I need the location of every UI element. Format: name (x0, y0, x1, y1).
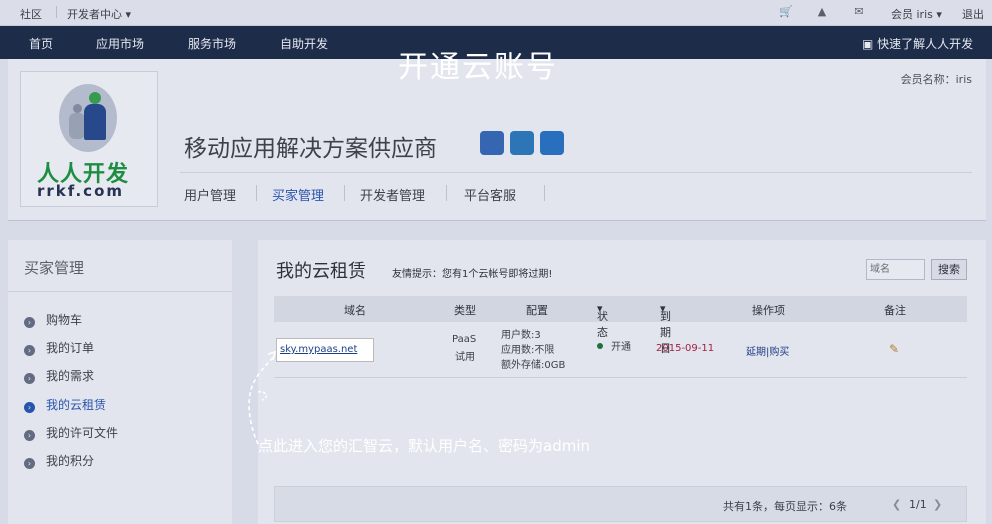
search-button[interactable]: 搜索 (931, 259, 967, 280)
tab-platform-support[interactable]: 平台客服 (464, 185, 516, 204)
logo-figure-head (73, 104, 82, 113)
status-cell: 开通 (597, 338, 631, 353)
col-status-sort[interactable]: 状态 ▾ (597, 302, 608, 339)
col-actions: 操作项 (752, 304, 785, 317)
divider (180, 172, 972, 173)
logo-figure-body (84, 104, 106, 140)
nav-item-self-dev[interactable]: 自助开发 (280, 35, 328, 52)
sidebar-item-label: 我的云租赁 (46, 398, 107, 412)
sidebar-item-cloud-rental[interactable]: › 我的云租赁 (24, 396, 106, 413)
community-link[interactable]: 社区 (20, 6, 42, 22)
user-verified-icon (480, 131, 504, 155)
cart-icon[interactable]: 🛒 (779, 6, 793, 18)
sidebar-item-label: 我的订单 (46, 341, 95, 355)
page-title: 移动应用解决方案供应商 (184, 136, 437, 162)
prev-page-icon[interactable]: ❮ (892, 498, 901, 511)
main-panel: 我的云租赁 友情提示：您有1个云帐号即将过期! 搜索 域名 类型 配置 状态 ▾… (258, 240, 986, 524)
section-title: 我的云租赁 (276, 261, 366, 282)
dev-center-menu[interactable]: 开发者中心 ▾ (67, 6, 131, 22)
member-label: 会员 iris (891, 8, 933, 21)
member-name: 会员名称：iris (900, 73, 972, 86)
sidebar-item-cart[interactable]: › 购物车 (24, 311, 82, 328)
type-trial: 试用 (455, 352, 475, 363)
divider (256, 185, 257, 201)
divider (344, 185, 345, 201)
dev-center-label: 开发者中心 (67, 8, 122, 21)
tab-developer-manage[interactable]: 开发者管理 (360, 185, 425, 204)
logo-text-en: rrkf.com (37, 182, 125, 200)
member-menu[interactable]: 会员 iris ▾ (891, 6, 942, 22)
mail-icon[interactable]: ✉ (853, 6, 865, 18)
type-value: PaaS (452, 334, 477, 345)
nav-item-app-market[interactable]: 应用市场 (96, 35, 144, 52)
renew-buy-link[interactable]: 延期|购买 (746, 343, 789, 358)
top-bar: 社区 开发者中心 ▾ 🛒 ▲ ✉ 会员 iris ▾ 退出 (0, 0, 992, 26)
col-config: 配置 (526, 304, 548, 317)
tab-buyer-manage[interactable]: 买家管理 (272, 185, 324, 204)
table-header: 域名 类型 配置 状态 ▾ 到期日 ▾ 操作项 备注 (274, 296, 967, 355)
divider (544, 185, 545, 201)
sidebar-item-label: 我的许可文件 (46, 426, 119, 440)
phone-verified-icon (510, 131, 534, 155)
domain-link[interactable]: sky.mypaas.net (280, 344, 357, 355)
divider (8, 291, 232, 292)
chevron-right-icon: › (24, 430, 35, 441)
sidebar-item-licenses[interactable]: › 我的许可文件 (24, 424, 118, 441)
logout-link[interactable]: 退出 (962, 6, 984, 22)
domain-search-input[interactable] (866, 259, 925, 280)
chevron-right-icon: › (24, 458, 35, 469)
sidebar: 买家管理 › 购物车 › 我的订单 › 我的需求 › 我的云租赁 › 我的许可文件 › 我的… (8, 240, 232, 524)
next-page-icon[interactable]: ❯ (933, 498, 942, 511)
chevron-right-icon: › (24, 345, 35, 356)
expiry-tip: 友情提示：您有1个云帐号即将过期! (392, 269, 553, 280)
config-apps: 应用数:不限 (501, 345, 555, 356)
sidebar-item-label: 我的积分 (46, 454, 95, 468)
header-icons (480, 131, 570, 158)
book-icon: ▣ (862, 37, 874, 51)
pagination-summary: 共有1条，每页显示：6条 (723, 500, 847, 513)
nav-item-home[interactable]: 首页 (29, 35, 53, 52)
sidebar-item-orders[interactable]: › 我的订单 (24, 339, 94, 356)
overlay-title: 开通云账号 (398, 50, 558, 85)
nav-item-service-market[interactable]: 服务市场 (188, 35, 236, 52)
email-verified-icon (540, 131, 564, 155)
sidebar-item-label: 购物车 (46, 313, 83, 327)
chevron-right-icon: › (24, 402, 35, 413)
quick-intro-link[interactable]: ▣ 快速了解人人开发 (862, 35, 973, 52)
logo-figure-head (89, 92, 101, 104)
col-expiry-sort[interactable]: 到期日 ▾ (660, 302, 671, 355)
config-storage: 额外存储:0GB (501, 360, 566, 371)
config-users: 用户数:3 (501, 330, 541, 341)
quick-intro-label: 快速了解人人开发 (877, 37, 974, 51)
col-domain: 域名 (344, 304, 366, 317)
sidebar-item-needs[interactable]: › 我的需求 (24, 367, 94, 384)
sidebar-item-points[interactable]: › 我的积分 (24, 452, 94, 469)
divider (446, 185, 447, 201)
divider (56, 6, 57, 18)
col-type: 类型 (454, 304, 476, 317)
pagination: 共有1条，每页显示：6条 ❮ 1/1 ❯ (274, 486, 967, 522)
table-row: PaaS 试用 用户数:3 应用数:不限 额外存储:0GB 开通 2015-09… (274, 322, 967, 378)
bell-icon[interactable]: ▲ (816, 6, 828, 18)
logo[interactable]: 人人开发 rrkf.com (20, 71, 158, 207)
domain-highlight[interactable]: sky.mypaas.net (276, 338, 374, 362)
tab-user-manage[interactable]: 用户管理 (184, 185, 236, 204)
hint-text: 点此进入您的汇智云，默认用户名、密码为admin (258, 437, 591, 455)
status-dot-icon (597, 343, 603, 349)
col-remark: 备注 (884, 304, 906, 317)
chevron-right-icon: › (24, 317, 35, 328)
chevron-right-icon: › (24, 373, 35, 384)
page-indicator: 1/1 (909, 498, 927, 511)
status-value: 开通 (611, 342, 631, 353)
logo-figure-body (69, 113, 85, 139)
edit-remark-icon[interactable]: ✎ (889, 342, 899, 356)
sidebar-title: 买家管理 (24, 259, 85, 277)
sidebar-item-label: 我的需求 (46, 369, 95, 383)
expiry-value: 2015-09-11 (656, 343, 715, 354)
